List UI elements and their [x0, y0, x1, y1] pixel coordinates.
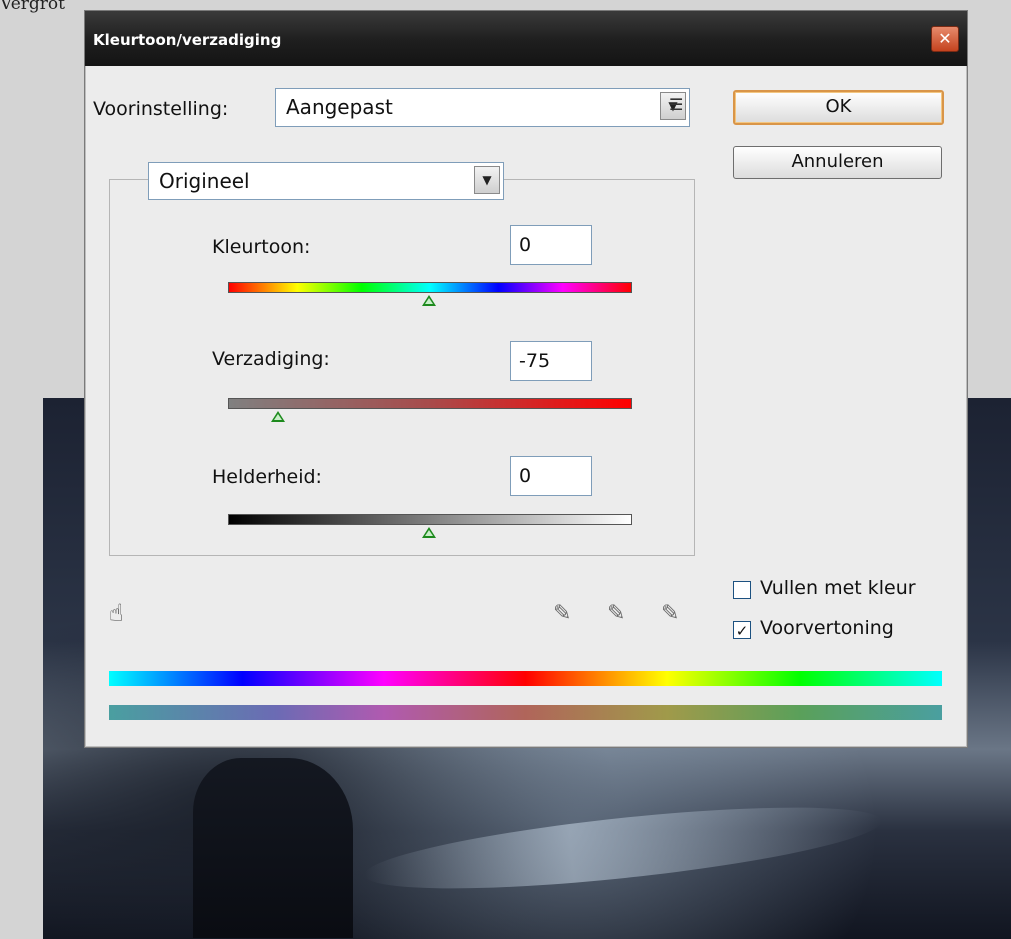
hue-slider-track[interactable] [228, 282, 632, 293]
hue-saturation-dialog: Kleurtoon/verzadiging ✕ Voorinstelling: … [84, 10, 968, 748]
saturation-slider-track[interactable] [228, 398, 632, 409]
eyedropper-plus-icon[interactable]: ✎ [607, 601, 625, 626]
lightness-label: Helderheid: [212, 466, 322, 488]
preview-checkbox[interactable]: ✓ [733, 621, 751, 640]
page-caption: Vergrot [0, 0, 65, 14]
preset-label: Voorinstelling: [93, 98, 229, 120]
colorize-label: Vullen met kleur [760, 577, 916, 599]
lightness-slider-thumb[interactable] [422, 527, 436, 538]
dialog-title: Kleurtoon/verzadiging [93, 31, 282, 49]
photo-water-highlight [361, 790, 885, 906]
saturation-slider-thumb[interactable] [271, 411, 286, 422]
adjustment-group: Origineel ▼ Kleurtoon: 0 Verzadiging: -7… [109, 162, 695, 556]
hue-slider-thumb[interactable] [422, 295, 436, 306]
channel-dropdown[interactable]: Origineel ▼ [148, 162, 504, 200]
ok-button[interactable]: OK [733, 90, 944, 125]
preset-dropdown[interactable]: Aangepast ▼ [275, 88, 690, 127]
cancel-button[interactable]: Annuleren [733, 146, 942, 179]
targeted-adjustment-hand-icon[interactable]: ☝ [109, 599, 124, 627]
hue-label: Kleurtoon: [212, 236, 311, 258]
eyedropper-icon[interactable]: ✎ [553, 601, 571, 626]
lightness-slider-track[interactable] [228, 514, 632, 525]
photo-rock-silhouette [193, 758, 353, 938]
close-button[interactable]: ✕ [931, 26, 959, 52]
preset-value: Aangepast [286, 95, 393, 119]
preview-label: Voorvertoning [760, 617, 894, 639]
colorize-checkbox[interactable] [733, 581, 751, 599]
input-color-bar [109, 671, 942, 686]
saturation-input[interactable]: -75 [510, 341, 592, 381]
chevron-down-icon[interactable]: ▼ [474, 166, 500, 194]
lightness-input[interactable]: 0 [510, 456, 592, 496]
close-icon: ✕ [938, 29, 952, 48]
preset-menu-icon[interactable]: ☰ [669, 95, 683, 114]
channel-value: Origineel [159, 169, 250, 193]
saturation-label: Verzadiging: [212, 348, 330, 370]
eyedropper-minus-icon[interactable]: ✎ [661, 601, 679, 626]
output-color-bar [109, 705, 942, 720]
hue-input[interactable]: 0 [510, 225, 592, 265]
title-bar[interactable]: Kleurtoon/verzadiging ✕ [85, 11, 967, 66]
